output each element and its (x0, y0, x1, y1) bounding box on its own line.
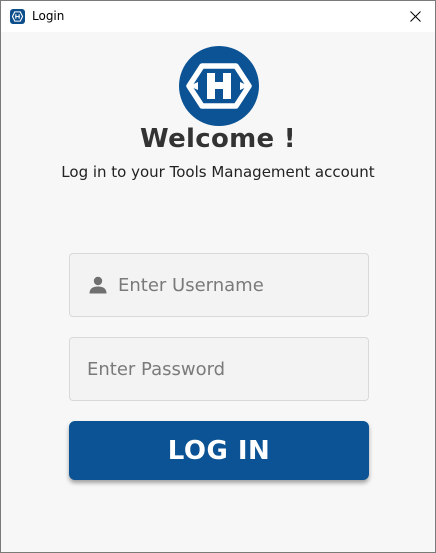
login-content: Welcome ! Log in to your Tools Managemen… (1, 32, 435, 552)
login-button[interactable]: LOG IN (69, 421, 369, 480)
title-bar[interactable]: Login (1, 1, 435, 32)
app-logo-icon (10, 9, 25, 24)
password-placeholder: Enter Password (87, 358, 226, 380)
close-icon (409, 11, 421, 22)
login-subtitle: Log in to your Tools Management account (61, 163, 375, 181)
user-icon (88, 275, 108, 295)
username-placeholder: Enter Username (118, 274, 264, 296)
login-button-label: LOG IN (167, 435, 271, 466)
hex-h-logo (179, 46, 259, 126)
login-window: Login Welcome ! Log in to your Tools Man… (0, 0, 436, 553)
username-field[interactable]: Enter Username (69, 253, 369, 317)
close-button[interactable] (395, 1, 435, 32)
window-title: Login (32, 9, 65, 23)
welcome-heading: Welcome ! (140, 124, 296, 154)
password-field[interactable]: Enter Password (69, 337, 369, 401)
